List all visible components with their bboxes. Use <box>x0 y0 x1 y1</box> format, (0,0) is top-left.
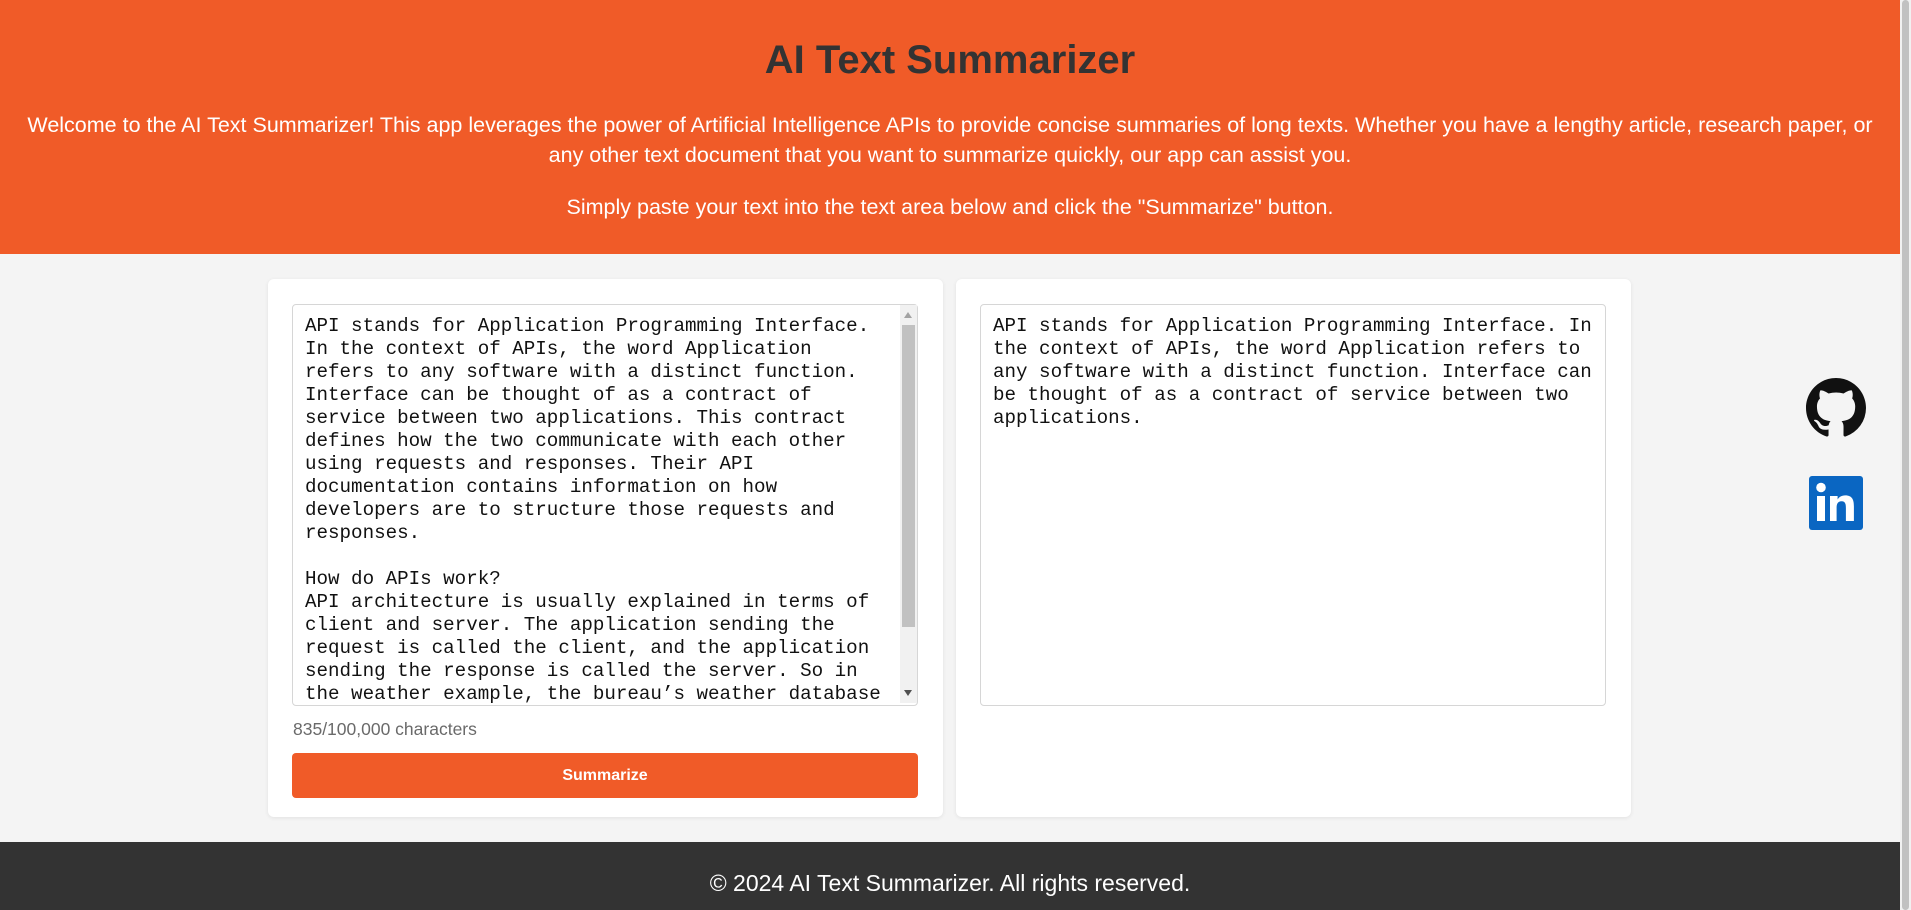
input-card: API stands for Application Programming I… <box>268 279 943 817</box>
summarize-button[interactable]: Summarize <box>292 753 918 798</box>
page-title: AI Text Summarizer <box>764 38 1136 82</box>
page-scrollbar-thumb[interactable] <box>1902 0 1909 910</box>
scrollbar-thumb[interactable] <box>902 325 915 627</box>
page-footer: © 2024 AI Text Summarizer. All rights re… <box>0 842 1900 910</box>
footer-text: © 2024 AI Text Summarizer. All rights re… <box>709 870 1191 896</box>
linkedin-link[interactable] <box>1806 473 1866 533</box>
github-link[interactable] <box>1806 378 1866 438</box>
summary-output[interactable]: API stands for Application Programming I… <box>980 304 1606 706</box>
textarea-scrollbar[interactable] <box>900 305 917 703</box>
page-header: AI Text Summarizer Welcome to the AI Tex… <box>0 0 1900 254</box>
input-textarea[interactable]: API stands for Application Programming I… <box>292 304 918 706</box>
scroll-down-icon[interactable] <box>904 690 912 696</box>
page-scrollbar[interactable] <box>1900 0 1911 910</box>
output-card: API stands for Application Programming I… <box>956 279 1631 817</box>
instruction-text: Simply paste your text into the text are… <box>566 195 1334 219</box>
scroll-up-icon[interactable] <box>904 312 912 318</box>
intro-text: Welcome to the AI Text Summarizer! This … <box>27 113 1873 167</box>
character-count: 835/100,000 characters <box>293 719 477 739</box>
linkedin-icon <box>1809 476 1863 530</box>
github-icon <box>1806 378 1866 437</box>
